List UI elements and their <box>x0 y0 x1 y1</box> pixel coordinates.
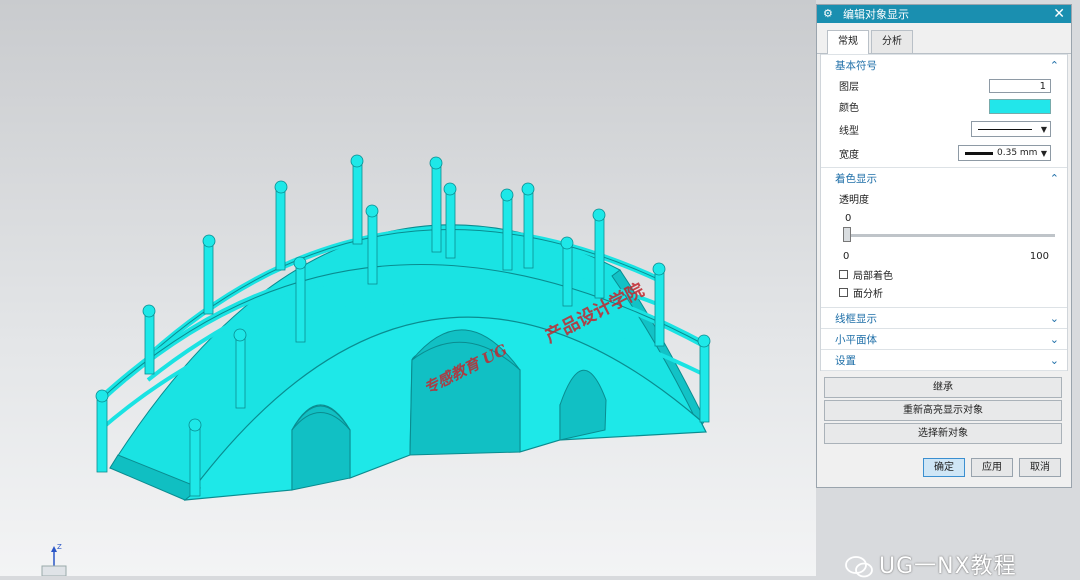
width-select[interactable]: 0.35 mm ▼ <box>958 145 1051 161</box>
color-swatch[interactable] <box>989 99 1051 114</box>
section-wireframe-header[interactable]: 线框显示 ⌄ <box>821 307 1067 328</box>
tab-analysis[interactable]: 分析 <box>871 30 913 53</box>
width-row: 宽度 0.35 mm ▼ <box>821 141 1067 165</box>
face-analysis-option[interactable]: 面分析 <box>821 283 1067 301</box>
transparency-slider-thumb[interactable] <box>843 227 851 242</box>
cancel-button[interactable]: 取消 <box>1019 458 1061 477</box>
chevron-up-icon[interactable]: ⌃ <box>1050 172 1059 185</box>
section-facet-header[interactable]: 小平面体 ⌄ <box>821 328 1067 349</box>
select-new-object-button[interactable]: 选择新对象 <box>824 423 1062 444</box>
axis-triad-icon: Z <box>41 543 67 576</box>
section-shading-header[interactable]: 着色显示 ⌃ <box>821 167 1067 188</box>
close-icon[interactable]: ✕ <box>1053 7 1065 21</box>
section-settings-title: 设置 <box>835 354 856 367</box>
partial-shading-label: 局部着色 <box>853 270 893 282</box>
section-wireframe-title: 线框显示 <box>835 312 877 325</box>
transparency-slider-track[interactable] <box>845 234 1055 237</box>
chevron-down-icon[interactable]: ⌄ <box>1050 333 1059 346</box>
partial-shading-checkbox[interactable] <box>839 269 848 279</box>
tab-general[interactable]: 常规 <box>827 30 869 54</box>
face-analysis-checkbox[interactable] <box>839 287 848 297</box>
face-analysis-label: 面分析 <box>853 288 883 300</box>
layer-row: 图层 1 <box>821 75 1067 96</box>
ok-button[interactable]: 确定 <box>923 458 965 477</box>
thick-line-icon <box>965 151 993 155</box>
gear-icon: ⚙ <box>823 7 833 20</box>
section-facet-title: 小平面体 <box>835 333 877 346</box>
section-basic-header[interactable]: 基本符号 ⌃ <box>821 54 1067 75</box>
layer-label: 图层 <box>839 82 859 93</box>
dropdown-arrow-icon: ▼ <box>1040 124 1048 134</box>
graphics-viewport[interactable]: 专感教育 UG 产品设计学院 Z <box>0 0 816 576</box>
section-settings-header[interactable]: 设置 ⌄ <box>821 349 1067 371</box>
edit-object-display-dialog: ⚙ 编辑对象显示 ✕ 常规分析 基本符号 ⌃ 图层 1 颜色 线型 ▼ 宽度 <box>816 4 1072 488</box>
dialog-footer: 确定 应用 取消 <box>923 458 1061 477</box>
transparency-value: 0 <box>845 213 852 224</box>
transparency-label: 透明度 <box>839 195 869 206</box>
width-label: 宽度 <box>839 149 859 161</box>
color-label: 颜色 <box>839 103 859 114</box>
chevron-down-icon[interactable]: ⌄ <box>1050 312 1059 325</box>
section-basic-title: 基本符号 <box>835 59 877 72</box>
chevron-down-icon[interactable]: ⌄ <box>1050 354 1059 367</box>
linetype-label: 线型 <box>839 125 859 137</box>
inherit-button[interactable]: 继承 <box>824 377 1062 398</box>
triad-z-label: Z <box>57 543 62 551</box>
dialog-titlebar[interactable]: ⚙ 编辑对象显示 ✕ <box>817 5 1071 23</box>
linetype-row: 线型 ▼ <box>821 117 1067 141</box>
rehighlight-button[interactable]: 重新高亮显示对象 <box>824 400 1062 421</box>
slider-min-label: 0 <box>843 251 850 262</box>
solid-line-icon <box>978 128 1032 130</box>
chevron-up-icon[interactable]: ⌃ <box>1050 59 1059 72</box>
partial-shading-option[interactable]: 局部着色 <box>821 265 1067 283</box>
wechat-text: UG一NX教程 <box>879 554 1017 579</box>
layer-input[interactable]: 1 <box>989 78 1051 93</box>
dropdown-arrow-icon: ▼ <box>1040 148 1048 158</box>
dialog-title: 编辑对象显示 <box>843 8 909 21</box>
width-value: 0.35 mm <box>997 148 1038 158</box>
slider-max-label: 100 <box>1029 251 1049 262</box>
transparency-row: 透明度 <box>821 188 1067 209</box>
bridge-model[interactable] <box>0 0 816 576</box>
wechat-icon <box>845 556 873 578</box>
tab-bar: 常规 分析 <box>817 29 1071 54</box>
wechat-watermark: UG一NX教程 <box>845 548 1017 580</box>
apply-button[interactable]: 应用 <box>971 458 1013 477</box>
section-shading-title: 着色显示 <box>835 172 877 185</box>
color-row: 颜色 <box>821 96 1067 117</box>
tab-panel: 基本符号 ⌃ 图层 1 颜色 线型 ▼ 宽度 0.35 mm ▼ 着色显示 ⌃ … <box>820 54 1068 371</box>
linetype-select[interactable]: ▼ <box>971 121 1051 137</box>
transparency-slider-area: 0 0 100 <box>821 209 1067 265</box>
